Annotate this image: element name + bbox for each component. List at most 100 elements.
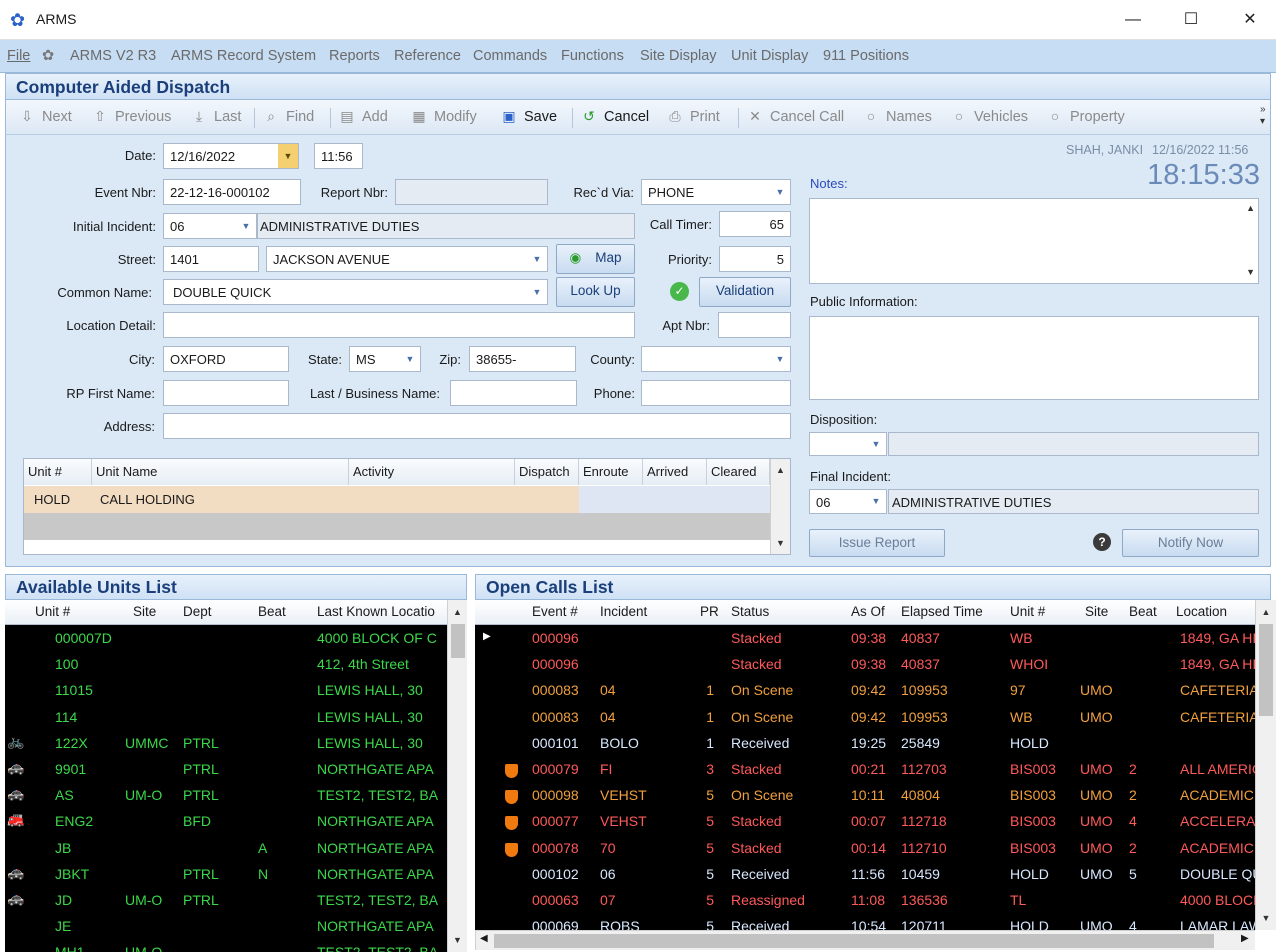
available-unit-row[interactable]: 100 412, 4th Street bbox=[5, 651, 447, 677]
print-button[interactable]: ⎙ Print bbox=[666, 108, 719, 125]
grid-header-enroute[interactable]: Enroute bbox=[579, 459, 643, 485]
open-call-row[interactable]: 000063 07 5 Reassigned 11:08 136536 TL 4000 BLO… bbox=[475, 887, 1255, 913]
open-call-row[interactable]: 000077 VEHST 5 Stacked 00:07 112718 BIS003 UMO 4… bbox=[475, 808, 1255, 834]
available-unit-row[interactable]: 000007D 4000 BLOCK OF C bbox=[5, 625, 447, 651]
vehicles-button[interactable]: ○ Vehicles bbox=[950, 108, 1028, 125]
available-unit-row[interactable]: 🚓 JBKT PTRL N NORTHGATE APA bbox=[5, 861, 447, 887]
col-pr[interactable]: PR bbox=[700, 604, 719, 619]
available-unit-row[interactable]: JE NORTHGATE APA bbox=[5, 913, 447, 939]
menu-unit-display[interactable]: Unit Display bbox=[731, 48, 808, 64]
final-incident-code-select[interactable]: 06 ▼ bbox=[809, 489, 887, 514]
county-select[interactable]: ▼ bbox=[641, 346, 791, 372]
open-call-row[interactable]: 000078 70 5 Stacked 00:14 112710 BIS003 UMO 2 ACA… bbox=[475, 835, 1255, 861]
recd-via-select[interactable]: PHONE ▼ bbox=[641, 179, 791, 205]
grid-row[interactable]: HOLD CALL HOLDING bbox=[24, 486, 770, 513]
scroll-down-icon[interactable]: ▼ bbox=[1256, 909, 1276, 927]
street-nbr-field[interactable]: 1401 bbox=[163, 246, 259, 272]
scroll-down-icon[interactable]: ▼ bbox=[771, 534, 790, 552]
previous-button[interactable]: ⇧ Previous bbox=[91, 108, 171, 125]
grid-header-arrived[interactable]: Arrived bbox=[643, 459, 707, 485]
priority-field[interactable]: 5 bbox=[719, 246, 791, 272]
available-unit-row[interactable]: 🚓 AS UM-O PTRL TEST2, TEST2, BA bbox=[5, 782, 447, 808]
notify-now-button[interactable]: Notify Now bbox=[1122, 529, 1259, 557]
open-call-row[interactable]: 000083 04 1 On Scene 09:42 109953 WB UMO CAFETER… bbox=[475, 704, 1255, 730]
grid-header-cleared[interactable]: Cleared bbox=[707, 459, 770, 485]
state-select[interactable]: MS ▼ bbox=[349, 346, 421, 372]
save-button[interactable]: ▣ Save bbox=[500, 108, 557, 125]
scroll-up-icon[interactable]: ▲ bbox=[448, 603, 467, 621]
initial-incident-code-select[interactable]: 06 ▼ bbox=[163, 213, 257, 239]
cancel-call-button[interactable]: ✕ Cancel Call bbox=[746, 108, 844, 125]
open-call-row[interactable]: ▶ 000096 Stacked 09:38 40837 WB 1849, GA HI bbox=[475, 625, 1255, 651]
modify-button[interactable]: ▦ Modify bbox=[410, 108, 476, 125]
open-call-row[interactable]: 000069 ROBS 5 Received 10:54 120711 HOLD UMO 4 LA… bbox=[475, 913, 1255, 930]
close-button[interactable]: ✕ bbox=[1227, 8, 1273, 32]
grid-header-activity[interactable]: Activity bbox=[349, 459, 515, 485]
available-unit-row[interactable]: JB A NORTHGATE APA bbox=[5, 835, 447, 861]
menu-commands[interactable]: Commands bbox=[473, 48, 547, 64]
scroll-down-icon[interactable]: ▼ bbox=[448, 931, 467, 949]
available-unit-row[interactable]: 11015 LEWIS HALL, 30 bbox=[5, 677, 447, 703]
open-calls-scrollbar[interactable]: ▲ ▼ bbox=[1255, 600, 1276, 930]
grid-scrollbar[interactable]: ▲ ▼ bbox=[770, 459, 790, 554]
menu-911-positions[interactable]: 911 Positions bbox=[823, 48, 909, 64]
col-as-of[interactable]: As Of bbox=[851, 604, 885, 619]
report-nbr-field[interactable] bbox=[395, 179, 548, 205]
scroll-up-icon[interactable]: ▲ bbox=[771, 461, 790, 479]
available-unit-row[interactable]: 114 LEWIS HALL, 30 bbox=[5, 704, 447, 730]
minimize-button[interactable]: — bbox=[1110, 8, 1156, 32]
add-button[interactable]: ▤ Add bbox=[338, 108, 387, 125]
maximize-button[interactable]: ☐ bbox=[1168, 8, 1214, 32]
menu-functions[interactable]: Functions bbox=[561, 48, 624, 64]
available-unit-row[interactable]: 🚲 122X UMMC PTRL LEWIS HALL, 30 bbox=[5, 730, 447, 756]
street-name-select[interactable]: JACKSON AVENUE ▼ bbox=[266, 246, 548, 272]
menu-arms-v2-r3[interactable]: ARMS V2 R3 bbox=[70, 48, 156, 64]
issue-report-button[interactable]: Issue Report bbox=[809, 529, 945, 557]
menu-reports[interactable]: Reports bbox=[329, 48, 380, 64]
scroll-left-icon[interactable]: ◀ bbox=[480, 933, 488, 944]
available-unit-row[interactable]: 🚓 JD UM-O PTRL TEST2, TEST2, BA bbox=[5, 887, 447, 913]
look-up-button[interactable]: Look Up bbox=[556, 277, 635, 307]
address-field[interactable] bbox=[163, 413, 791, 439]
date-field[interactable]: 12/16/2022 ▼ bbox=[163, 143, 299, 169]
open-call-row[interactable]: 000098 VEHST 5 On Scene 10:11 40804 BIS003 UMO 2… bbox=[475, 782, 1255, 808]
rp-first-name-field[interactable] bbox=[163, 380, 289, 406]
col-beat[interactable]: Beat bbox=[1129, 604, 1157, 619]
open-call-row[interactable]: 000096 Stacked 09:38 40837 WHOI 1849, GA HI bbox=[475, 651, 1255, 677]
open-calls-hscrollbar[interactable]: ◀ ▶ bbox=[475, 930, 1255, 950]
menu-site-display[interactable]: Site Display bbox=[640, 48, 717, 64]
col-dept[interactable]: Dept bbox=[183, 604, 212, 619]
common-name-select[interactable]: DOUBLE QUICK ▼ bbox=[163, 279, 548, 305]
time-field[interactable]: 11:56 bbox=[314, 143, 363, 169]
names-button[interactable]: ○ Names bbox=[862, 108, 932, 125]
scroll-up-icon[interactable]: ▲ bbox=[1256, 603, 1276, 621]
available-units-scrollbar[interactable]: ▲ ▼ bbox=[447, 600, 467, 952]
grid-new-row[interactable] bbox=[24, 513, 770, 540]
open-call-row[interactable]: 000101 BOLO 1 Received 19:25 25849 HOLD bbox=[475, 730, 1255, 756]
available-unit-row[interactable]: 🚓 9901 PTRL NORTHGATE APA bbox=[5, 756, 447, 782]
toolbar-overflow-icon[interactable]: » ▾ bbox=[1260, 104, 1266, 128]
open-call-row[interactable]: 000083 04 1 On Scene 09:42 109953 97 UMO CAFETER… bbox=[475, 677, 1255, 703]
scroll-thumb[interactable] bbox=[494, 934, 1214, 948]
scroll-thumb[interactable] bbox=[1259, 624, 1273, 716]
col-unit[interactable]: Unit # bbox=[35, 604, 70, 619]
city-field[interactable]: OXFORD bbox=[163, 346, 289, 372]
menu-file[interactable]: File bbox=[7, 48, 30, 64]
apt-nbr-field[interactable] bbox=[718, 312, 791, 338]
open-call-row[interactable]: 000102 06 5 Received 11:56 10459 HOLD UMO 5 DOUBL… bbox=[475, 861, 1255, 887]
col-site[interactable]: Site bbox=[133, 604, 156, 619]
col-status[interactable]: Status bbox=[731, 604, 769, 619]
scroll-down-icon[interactable]: ▼ bbox=[1246, 267, 1255, 277]
public-information-textarea[interactable] bbox=[809, 316, 1259, 400]
col-event[interactable]: Event # bbox=[532, 604, 578, 619]
event-nbr-field[interactable]: 22-12-16-000102 bbox=[163, 179, 301, 205]
phone-field[interactable] bbox=[641, 380, 791, 406]
last-business-name-field[interactable] bbox=[450, 380, 577, 406]
notes-textarea[interactable]: ▲ ▼ bbox=[809, 198, 1259, 284]
property-button[interactable]: ○ Property bbox=[1046, 108, 1125, 125]
calendar-dropdown-icon[interactable]: ▼ bbox=[278, 144, 298, 168]
map-button[interactable]: ◉ Map bbox=[556, 244, 635, 274]
disposition-select[interactable]: ▼ bbox=[809, 432, 887, 456]
grid-header-dispatch[interactable]: Dispatch bbox=[515, 459, 579, 485]
open-call-row[interactable]: 000079 FI 3 Stacked 00:21 112703 BIS003 UMO 2 ALL… bbox=[475, 756, 1255, 782]
